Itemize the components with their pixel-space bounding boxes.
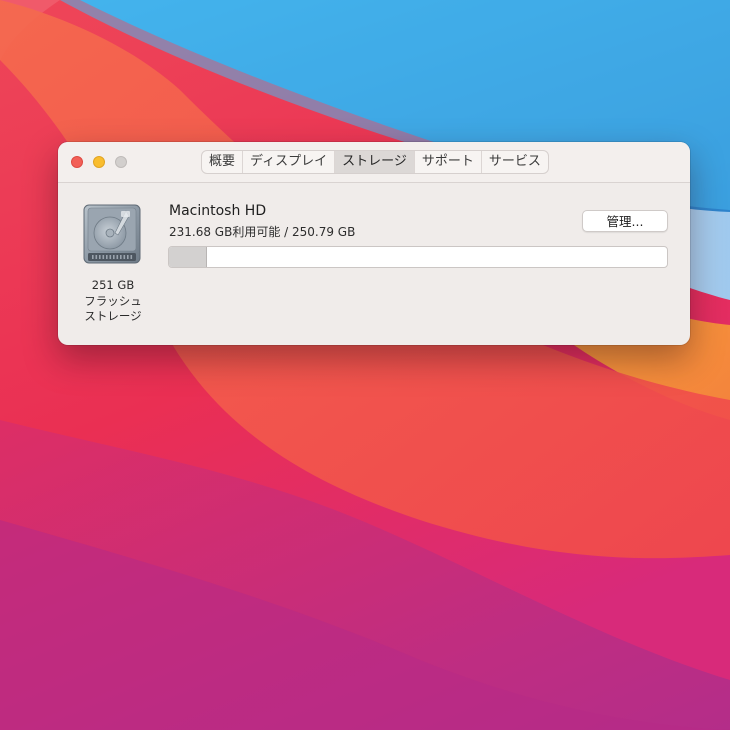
minimize-window-button[interactable] — [93, 156, 105, 168]
disk-type-line2: ストレージ — [84, 309, 142, 323]
zoom-window-button[interactable] — [115, 156, 127, 168]
tab-service[interactable]: サービス — [482, 151, 548, 173]
tab-overview[interactable]: 概要 — [202, 151, 244, 173]
manage-button[interactable]: 管理... — [582, 210, 668, 232]
desktop-wallpaper — [0, 0, 730, 730]
storage-usage-bar — [168, 246, 668, 268]
volume-name: Macintosh HD — [169, 203, 267, 219]
volume-available-space: 231.68 GB利用可能 / 250.79 GB — [169, 225, 356, 239]
storage-used-segment — [169, 247, 207, 267]
close-window-button[interactable] — [71, 156, 83, 168]
window-titlebar: 概要 ディスプレイ ストレージ サポート サービス — [58, 142, 690, 183]
disk-type-line1: フラッシュ — [84, 293, 142, 308]
tab-support[interactable]: サポート — [415, 151, 482, 173]
disk-capacity: 251 GB — [91, 278, 135, 292]
tab-displays[interactable]: ディスプレイ — [243, 151, 336, 173]
storage-panel: 251 GB フラッシュ ストレージ Macintosh HD 231.68 G… — [58, 183, 690, 345]
hard-drive-icon — [83, 204, 141, 264]
tab-bar: 概要 ディスプレイ ストレージ サポート サービス — [201, 150, 549, 174]
about-this-mac-window: 概要 ディスプレイ ストレージ サポート サービス 251 GB フラッシュ ス… — [58, 142, 690, 345]
disk-caption: 251 GB フラッシュ ストレージ — [68, 278, 158, 325]
tab-storage[interactable]: ストレージ — [335, 151, 415, 173]
